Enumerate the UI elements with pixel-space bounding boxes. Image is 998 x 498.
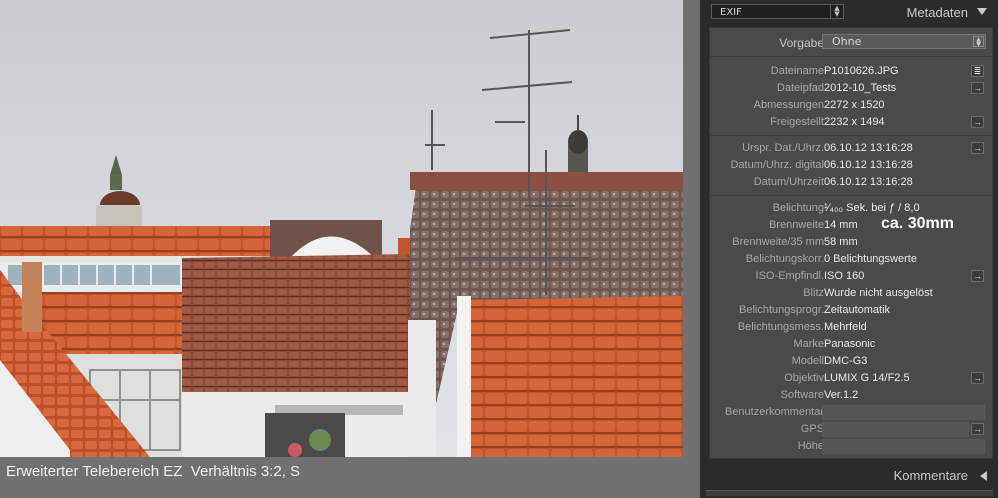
triangle-down-icon[interactable] bbox=[977, 8, 987, 15]
metadata-row: Höhe bbox=[710, 438, 994, 455]
metadata-value: 2012-10_Tests bbox=[824, 82, 897, 94]
metadata-label: Brennweite/35 mm bbox=[732, 236, 824, 248]
metadata-row: Modell DMC-G3 bbox=[710, 353, 994, 370]
metadata-label: Software bbox=[780, 389, 824, 401]
metadata-row: Freigestellt 2232 x 1494 → bbox=[710, 114, 994, 131]
metadata-label: Belichtungsprogr. bbox=[739, 304, 824, 316]
comments-title: Kommentare bbox=[893, 468, 968, 483]
metadata-row: Brennweite/35 mm 58 mm bbox=[710, 234, 994, 251]
metadata-input[interactable] bbox=[822, 439, 985, 454]
metadata-row: Datum/Uhrzeit 06.10.12 13:16:28 bbox=[710, 174, 994, 191]
panel-scrollbar[interactable] bbox=[706, 490, 993, 496]
arrow-right-icon[interactable]: → bbox=[971, 142, 984, 154]
metadata-label: Objektiv bbox=[784, 372, 824, 384]
metadata-value: 2272 x 1520 bbox=[824, 99, 885, 111]
divider bbox=[710, 56, 994, 57]
metadata-value: Mehrfeld bbox=[824, 321, 867, 333]
metadata-label: Benutzerkommentar bbox=[724, 406, 824, 418]
metadata-value: LUMIX G 14/F2.5 bbox=[824, 372, 910, 384]
metadata-row: GPS → bbox=[710, 421, 994, 438]
metadata-row: Marke Panasonic bbox=[710, 336, 994, 353]
metadata-value: 06.10.12 13:16:28 bbox=[824, 142, 913, 154]
metadata-row: Belichtungsmess. Mehrfeld bbox=[710, 319, 994, 336]
metadata-label: GPS bbox=[800, 423, 824, 435]
arrow-right-icon[interactable]: → bbox=[971, 82, 984, 94]
metadata-row: Objektiv LUMIX G 14/F2.5 → bbox=[710, 370, 994, 387]
metadata-row: Belichtungsprogr. Zeitautomatik bbox=[710, 302, 994, 319]
metadata-value: ¹⁄₄₀₀ Sek. bei ƒ / 8,0 bbox=[824, 202, 920, 214]
metadata-label: Dateiname bbox=[770, 65, 824, 77]
metadata-value: 14 mm bbox=[824, 219, 858, 231]
metadata-label: Datum/Uhrz. digital bbox=[730, 159, 824, 171]
metadata-label: Abmessungen bbox=[753, 99, 824, 111]
metadata-value: Panasonic bbox=[824, 338, 876, 350]
metadata-value: P1010626.JPG bbox=[824, 65, 899, 77]
photo-caption: Erweiterter Telebereich EZ Verhältnis 3:… bbox=[6, 463, 301, 480]
metadata-value: Ver.1.2 bbox=[824, 389, 859, 401]
list-icon[interactable]: ≣ bbox=[971, 65, 984, 77]
preset-select-value: Ohne bbox=[832, 35, 862, 48]
metadata-value: Wurde nicht ausgelöst bbox=[824, 287, 933, 299]
metadata-value: 0 Belichtungswerte bbox=[824, 253, 917, 265]
arrow-right-icon[interactable]: → bbox=[971, 270, 984, 282]
triangle-left-icon[interactable] bbox=[980, 471, 987, 481]
divider bbox=[710, 195, 994, 196]
metadata-row: Dateipfad 2012-10_Tests → bbox=[710, 80, 994, 97]
metadata-label: Blitz bbox=[803, 287, 824, 299]
divider bbox=[710, 135, 994, 136]
metadata-label: Freigestellt bbox=[770, 116, 824, 128]
metadata-row: Software Ver.1.2 bbox=[710, 387, 994, 404]
metadata-row: Dateiname P1010626.JPG ≣ bbox=[710, 63, 994, 80]
photo[interactable] bbox=[0, 0, 683, 457]
metadata-row: Benutzerkommentar bbox=[710, 404, 994, 421]
metadata-input[interactable] bbox=[822, 405, 985, 420]
preset-label: Vorgabe bbox=[779, 36, 824, 50]
metadata-value: Zeitautomatik bbox=[824, 304, 891, 316]
metadata-label: Dateipfad bbox=[776, 82, 824, 94]
metadata-label: Belichtungskorr. bbox=[745, 253, 824, 265]
metadata-label: Höhe bbox=[797, 440, 824, 452]
metadata-input[interactable] bbox=[822, 422, 969, 437]
metadata-row: Blitz Wurde nicht ausgelöst bbox=[710, 285, 994, 302]
preset-select[interactable]: Ohne ▲ ▼ bbox=[822, 34, 986, 49]
arrow-right-icon[interactable]: → bbox=[971, 372, 984, 384]
metadata-row: Datum/Uhrz. digital 06.10.12 13:16:28 bbox=[710, 157, 994, 174]
photo-preview-area: Erweiterter Telebereich EZ Verhältnis 3:… bbox=[0, 0, 700, 498]
metadata-value: 58 mm bbox=[824, 236, 858, 248]
metadata-row: Abmessungen 2272 x 1520 bbox=[710, 97, 994, 114]
metadata-label: Brennweite bbox=[768, 219, 824, 231]
select-arrows-icon: ▲ ▼ bbox=[973, 36, 984, 48]
rooftop-photo bbox=[0, 0, 683, 457]
metadata-panel: EXIF ▲ ▼ Metadaten Vorgabe Ohne ▲ ▼ Datein… bbox=[700, 0, 998, 498]
arrow-right-icon[interactable]: → bbox=[971, 116, 984, 128]
select-arrows-icon: ▲ ▼ bbox=[830, 5, 843, 18]
metadata-value: 06.10.12 13:16:28 bbox=[824, 176, 913, 188]
metadata-value: ISO 160 bbox=[824, 270, 865, 282]
metadata-label: Modell bbox=[791, 355, 824, 367]
metadata-label: Marke bbox=[793, 338, 824, 350]
panel-title: Metadaten bbox=[906, 5, 968, 20]
metadata-label: Belichtung bbox=[772, 202, 824, 214]
metadata-value: DMC-G3 bbox=[824, 355, 868, 367]
metadata-fields: Vorgabe Ohne ▲ ▼ Dateiname P1010626.JPG ≣ Da… bbox=[709, 27, 994, 459]
view-select[interactable]: EXIF ▲ ▼ bbox=[711, 4, 844, 19]
metadata-row: ISO-Empfindl. ISO 160 → bbox=[710, 268, 994, 285]
metadata-row: Belichtungskorr. 0 Belichtungswerte bbox=[710, 251, 994, 268]
metadata-label: Urspr. Dat./Uhrz. bbox=[742, 142, 824, 154]
metadata-header[interactable]: EXIF ▲ ▼ Metadaten bbox=[700, 0, 998, 26]
comments-header[interactable]: Kommentare bbox=[700, 462, 998, 490]
metadata-label: Datum/Uhrzeit bbox=[753, 176, 824, 188]
metadata-value: 06.10.12 13:16:28 bbox=[824, 159, 913, 171]
metadata-row: Urspr. Dat./Uhrz. 06.10.12 13:16:28 → bbox=[710, 140, 994, 157]
metadata-value: 2232 x 1494 bbox=[824, 116, 885, 128]
metadata-label: Belichtungsmess. bbox=[737, 321, 824, 333]
focal-length-annotation: ca. 30mm bbox=[881, 215, 954, 232]
arrow-right-icon[interactable]: → bbox=[971, 423, 984, 435]
metadata-label: ISO-Empfindl. bbox=[755, 270, 824, 282]
view-select-value: EXIF bbox=[720, 7, 742, 18]
